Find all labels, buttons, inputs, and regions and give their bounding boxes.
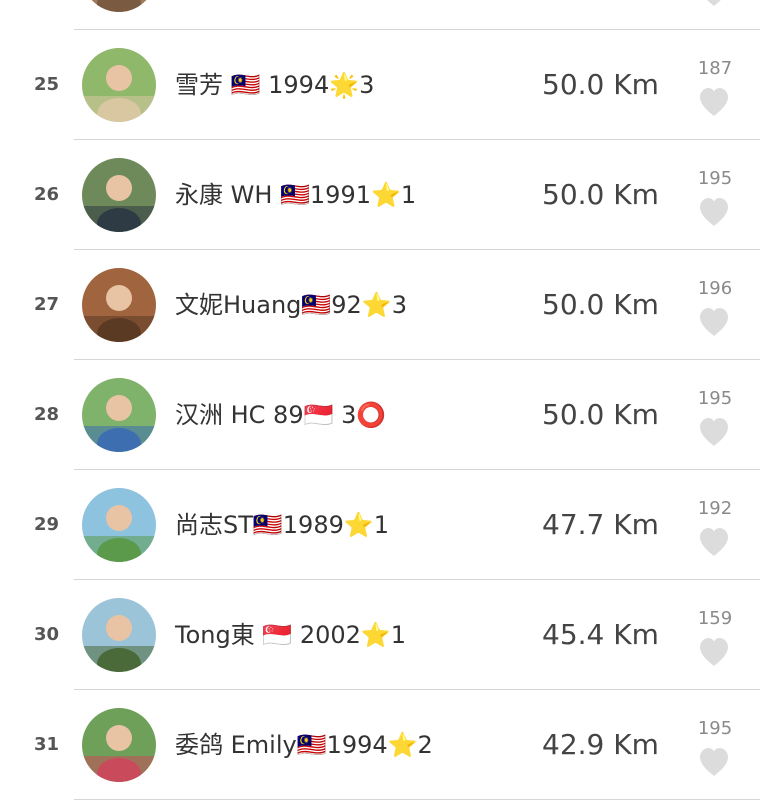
like-count: 192: [697, 498, 733, 519]
leaderboard-row[interactable]: 30 Tong東 🇸🇬 2002⭐1 45.4 Km 159: [0, 580, 760, 690]
distance-value: 50.0 Km: [542, 68, 659, 101]
leaderboard-row[interactable]: 27 文妮Huang🇲🇾92⭐3 50.0 Km 196: [0, 250, 760, 360]
rank-number: 24: [0, 0, 92, 30]
runner-name[interactable]: 尚志ST🇲🇾1989⭐1: [175, 470, 389, 580]
heart-icon[interactable]: [698, 637, 730, 667]
runner-name[interactable]: 文妮Huang🇲🇾92⭐3: [175, 250, 407, 360]
avatar[interactable]: [82, 268, 156, 342]
leaderboard-row[interactable]: 26 永康 WH 🇲🇾1991⭐1 50.0 Km 195: [0, 140, 760, 250]
heart-icon[interactable]: [698, 527, 730, 557]
runner-name[interactable]: 委鸽 Emily🇲🇾1994⭐2: [175, 690, 433, 800]
heart-icon[interactable]: [698, 87, 730, 117]
rank-number: 30: [34, 624, 60, 645]
heart-icon[interactable]: [698, 0, 730, 7]
rank-number: 29: [34, 514, 60, 535]
like-count: 195: [697, 168, 733, 189]
rank-number: 26: [34, 184, 60, 205]
leaderboard-row[interactable]: 31 委鸽 Emily🇲🇾1994⭐2 42.9 Km 195: [0, 690, 760, 800]
avatar[interactable]: [82, 0, 156, 12]
rank-number: 31: [34, 734, 60, 755]
avatar[interactable]: [82, 378, 156, 452]
heart-icon[interactable]: [698, 307, 730, 337]
like-count: 195: [697, 718, 733, 739]
runner-name[interactable]: 雪芳 🇲🇾 1994🌟3: [175, 30, 374, 140]
runner-name[interactable]: 永康 WH 🇲🇾1991⭐1: [175, 140, 416, 250]
avatar[interactable]: [82, 48, 156, 122]
distance-value: 45.4 Km: [542, 618, 659, 651]
runner-name[interactable]: Tong東 🇸🇬 2002⭐1: [175, 580, 406, 690]
rank-number: 25: [34, 74, 60, 95]
avatar[interactable]: [82, 158, 156, 232]
distance-value: 50.0 Km: [542, 178, 659, 211]
avatar[interactable]: [82, 598, 156, 672]
distance-value: 50.0 Km: [542, 398, 659, 431]
heart-icon[interactable]: [698, 747, 730, 777]
like-count: 195: [697, 388, 733, 409]
leaderboard-row[interactable]: 24: [0, 0, 760, 30]
like-count: 196: [697, 278, 733, 299]
avatar[interactable]: [82, 708, 156, 782]
like-count: 159: [697, 608, 733, 629]
like-count: 187: [697, 58, 733, 79]
leaderboard-list: 24 25 雪芳 🇲🇾 1994🌟3 50.0 Km 187 26 永康 WH 🇲🇾1991…: [0, 0, 760, 800]
distance-value: 47.7 Km: [542, 508, 659, 541]
rank-number: 27: [34, 294, 60, 315]
distance-value: 42.9 Km: [542, 728, 659, 761]
runner-name[interactable]: 汉洲 HC 89🇸🇬 3⭕: [175, 360, 386, 470]
rank-number: 28: [34, 404, 60, 425]
heart-icon[interactable]: [698, 197, 730, 227]
leaderboard-row[interactable]: 25 雪芳 🇲🇾 1994🌟3 50.0 Km 187: [0, 30, 760, 140]
avatar[interactable]: [82, 488, 156, 562]
leaderboard-row[interactable]: 29 尚志ST🇲🇾1989⭐1 47.7 Km 192: [0, 470, 760, 580]
distance-value: 50.0 Km: [542, 288, 659, 321]
heart-icon[interactable]: [698, 417, 730, 447]
leaderboard-row[interactable]: 28 汉洲 HC 89🇸🇬 3⭕ 50.0 Km 195: [0, 360, 760, 470]
